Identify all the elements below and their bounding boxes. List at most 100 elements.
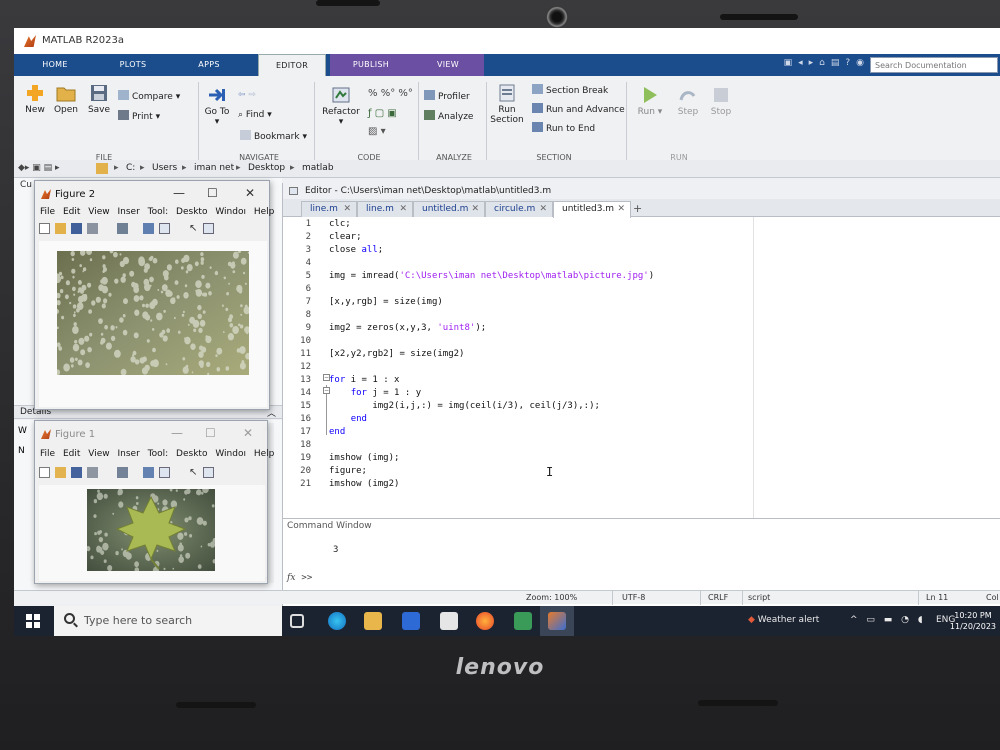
line-number[interactable]: 7 xyxy=(283,297,311,307)
run-section-button[interactable]: Run Section xyxy=(490,84,524,125)
tab-plots[interactable]: PLOTS xyxy=(106,54,160,76)
fx-icon[interactable]: fx xyxy=(287,573,295,583)
taskbar-search-input[interactable]: Type here to search xyxy=(54,606,282,636)
line-number[interactable]: 13 xyxy=(283,375,311,385)
code-text[interactable]: clc; xyxy=(329,219,351,229)
quick-access-toolbar[interactable]: ▣◂▸⌂▤?◉ xyxy=(784,58,870,68)
code-line[interactable]: 2 clear; xyxy=(283,232,983,245)
property-inspector-icon[interactable] xyxy=(203,467,214,478)
weather-alert[interactable]: ◆ Weather alert xyxy=(748,615,819,625)
code-text[interactable]: end xyxy=(329,427,345,437)
code-text[interactable]: close all; xyxy=(329,245,383,255)
code-line[interactable]: 9 img2 = zeros(x,y,3, 'uint8'); xyxy=(283,323,983,336)
save-icon[interactable] xyxy=(71,223,82,234)
close-icon[interactable]: ✕ xyxy=(245,186,255,200)
menu-edit[interactable]: Edit xyxy=(63,449,80,459)
search-documentation-input[interactable]: Search Documentation xyxy=(870,57,998,73)
command-prompt[interactable]: fx >> xyxy=(287,573,312,583)
menu-file[interactable]: File xyxy=(40,207,55,217)
code-line[interactable]: 20 figure; xyxy=(283,466,983,479)
system-clock[interactable]: 10:20 PM 11/20/2023 xyxy=(950,610,996,632)
save-button[interactable]: Save xyxy=(86,84,112,115)
code-line[interactable]: 11 [x2,y2,rgb2] = size(img2) xyxy=(283,349,983,362)
analyze-button[interactable]: Analyze xyxy=(424,110,473,122)
section-break-button[interactable]: Section Break xyxy=(532,84,608,96)
colorbar-icon[interactable] xyxy=(143,223,154,234)
fold-minus-icon[interactable]: − xyxy=(323,387,330,394)
code-text[interactable]: figure; xyxy=(329,466,367,476)
code-line[interactable]: 17 end xyxy=(283,427,983,440)
wrap-tool[interactable]: ▨ ▾ xyxy=(368,126,386,137)
print-icon[interactable] xyxy=(87,223,98,234)
menu-desktop[interactable]: Deskto xyxy=(176,207,207,217)
goto-button[interactable]: Go To ▾ xyxy=(202,86,232,127)
path-segment[interactable]: C: xyxy=(126,163,135,173)
code-line[interactable]: 14 for j = 1 : y xyxy=(283,388,983,401)
open-icon[interactable] xyxy=(55,223,66,234)
line-number[interactable]: 11 xyxy=(283,349,311,359)
edge-browser-icon[interactable] xyxy=(328,612,346,630)
notepad-icon[interactable] xyxy=(514,612,532,630)
pointer-icon[interactable]: ↖ xyxy=(189,223,200,234)
fold-minus-icon[interactable]: − xyxy=(323,374,330,381)
legend-icon[interactable] xyxy=(159,223,170,234)
close-icon[interactable]: ✕ xyxy=(243,426,253,440)
code-line[interactable]: 5 img = imread('C:\Users\iman net\Desktop… xyxy=(283,271,983,284)
nav-arrows-icon[interactable]: ◆▸ ▣ ▤ ▸ xyxy=(18,163,60,173)
code-line[interactable]: 19 imshow (img); xyxy=(283,453,983,466)
code-text[interactable]: img2 = zeros(x,y,3, 'uint8'); xyxy=(329,323,486,333)
close-icon[interactable]: ✕ xyxy=(617,204,625,214)
close-icon[interactable]: ✕ xyxy=(539,204,547,214)
line-number[interactable]: 3 xyxy=(283,245,311,255)
file-tab-active[interactable]: untitled3.m ✕ xyxy=(553,201,631,218)
minimize-icon[interactable]: — xyxy=(173,186,185,200)
file-tab[interactable]: untitled.m ✕ xyxy=(413,201,485,217)
profiler-button[interactable]: Profiler xyxy=(424,90,470,102)
file-tab[interactable]: line.m ✕ xyxy=(357,201,413,217)
menu-window[interactable]: Windoı xyxy=(215,207,246,217)
line-number[interactable]: 1 xyxy=(283,219,311,229)
save-icon[interactable] xyxy=(71,467,82,478)
line-number[interactable]: 8 xyxy=(283,310,311,320)
line-number[interactable]: 12 xyxy=(283,362,311,372)
code-text[interactable]: end xyxy=(329,414,367,424)
new-button[interactable]: New xyxy=(22,84,48,115)
tab-view[interactable]: VIEW xyxy=(412,54,484,76)
task-view-icon[interactable] xyxy=(290,614,304,628)
firefox-icon[interactable] xyxy=(476,612,494,630)
code-line[interactable]: 10 xyxy=(283,336,983,349)
link-icon[interactable] xyxy=(117,467,128,478)
property-inspector-icon[interactable] xyxy=(203,223,214,234)
figure-2-window[interactable]: Figure 2 — ☐ ✕ File Edit View Inser Tool… xyxy=(34,180,274,410)
system-tray-icons[interactable]: ^ ▭ ▬ ◔ ◖ xyxy=(850,615,926,625)
tab-publish[interactable]: PUBLISH xyxy=(330,54,412,76)
code-text[interactable]: clear; xyxy=(329,232,362,242)
line-number[interactable]: 15 xyxy=(283,401,311,411)
new-figure-icon[interactable] xyxy=(39,467,50,478)
find-button[interactable]: ⌕ Find ▾ xyxy=(238,110,272,120)
file-explorer-icon[interactable] xyxy=(364,612,382,630)
code-line[interactable]: 6 xyxy=(283,284,983,297)
line-number[interactable]: 14 xyxy=(283,388,311,398)
link-icon[interactable] xyxy=(117,223,128,234)
code-text[interactable]: for i = 1 : x xyxy=(329,375,399,385)
code-line[interactable]: 15 img2(i,j,:) = img(ceil(i/3), ceil(j/3… xyxy=(283,401,983,414)
code-line[interactable]: 16 end xyxy=(283,414,983,427)
line-number[interactable]: 17 xyxy=(283,427,311,437)
indent-tools[interactable]: ƒ ▢ ▣ xyxy=(368,108,397,119)
close-icon[interactable]: ✕ xyxy=(343,204,351,214)
compare-button[interactable]: Compare ▾ xyxy=(118,90,180,102)
code-text[interactable]: img2(i,j,:) = img(ceil(i/3), ceil(j/3),:… xyxy=(329,401,600,411)
code-text[interactable]: [x,y,rgb] = size(img) xyxy=(329,297,443,307)
legend-icon[interactable] xyxy=(159,467,170,478)
code-line[interactable]: 4 xyxy=(283,258,983,271)
code-line[interactable]: 1 clc; xyxy=(283,219,983,232)
menu-help[interactable]: Help xyxy=(254,449,275,459)
line-number[interactable]: 4 xyxy=(283,258,311,268)
minimize-icon[interactable]: — xyxy=(171,426,183,440)
refactor-button[interactable]: Refactor ▾ xyxy=(320,86,362,127)
code-line[interactable]: 7 [x,y,rgb] = size(img) xyxy=(283,297,983,310)
file-tab[interactable]: circule.m ✕ xyxy=(485,201,553,217)
menu-help[interactable]: Help xyxy=(254,207,275,217)
tab-apps[interactable]: APPS xyxy=(182,54,236,76)
